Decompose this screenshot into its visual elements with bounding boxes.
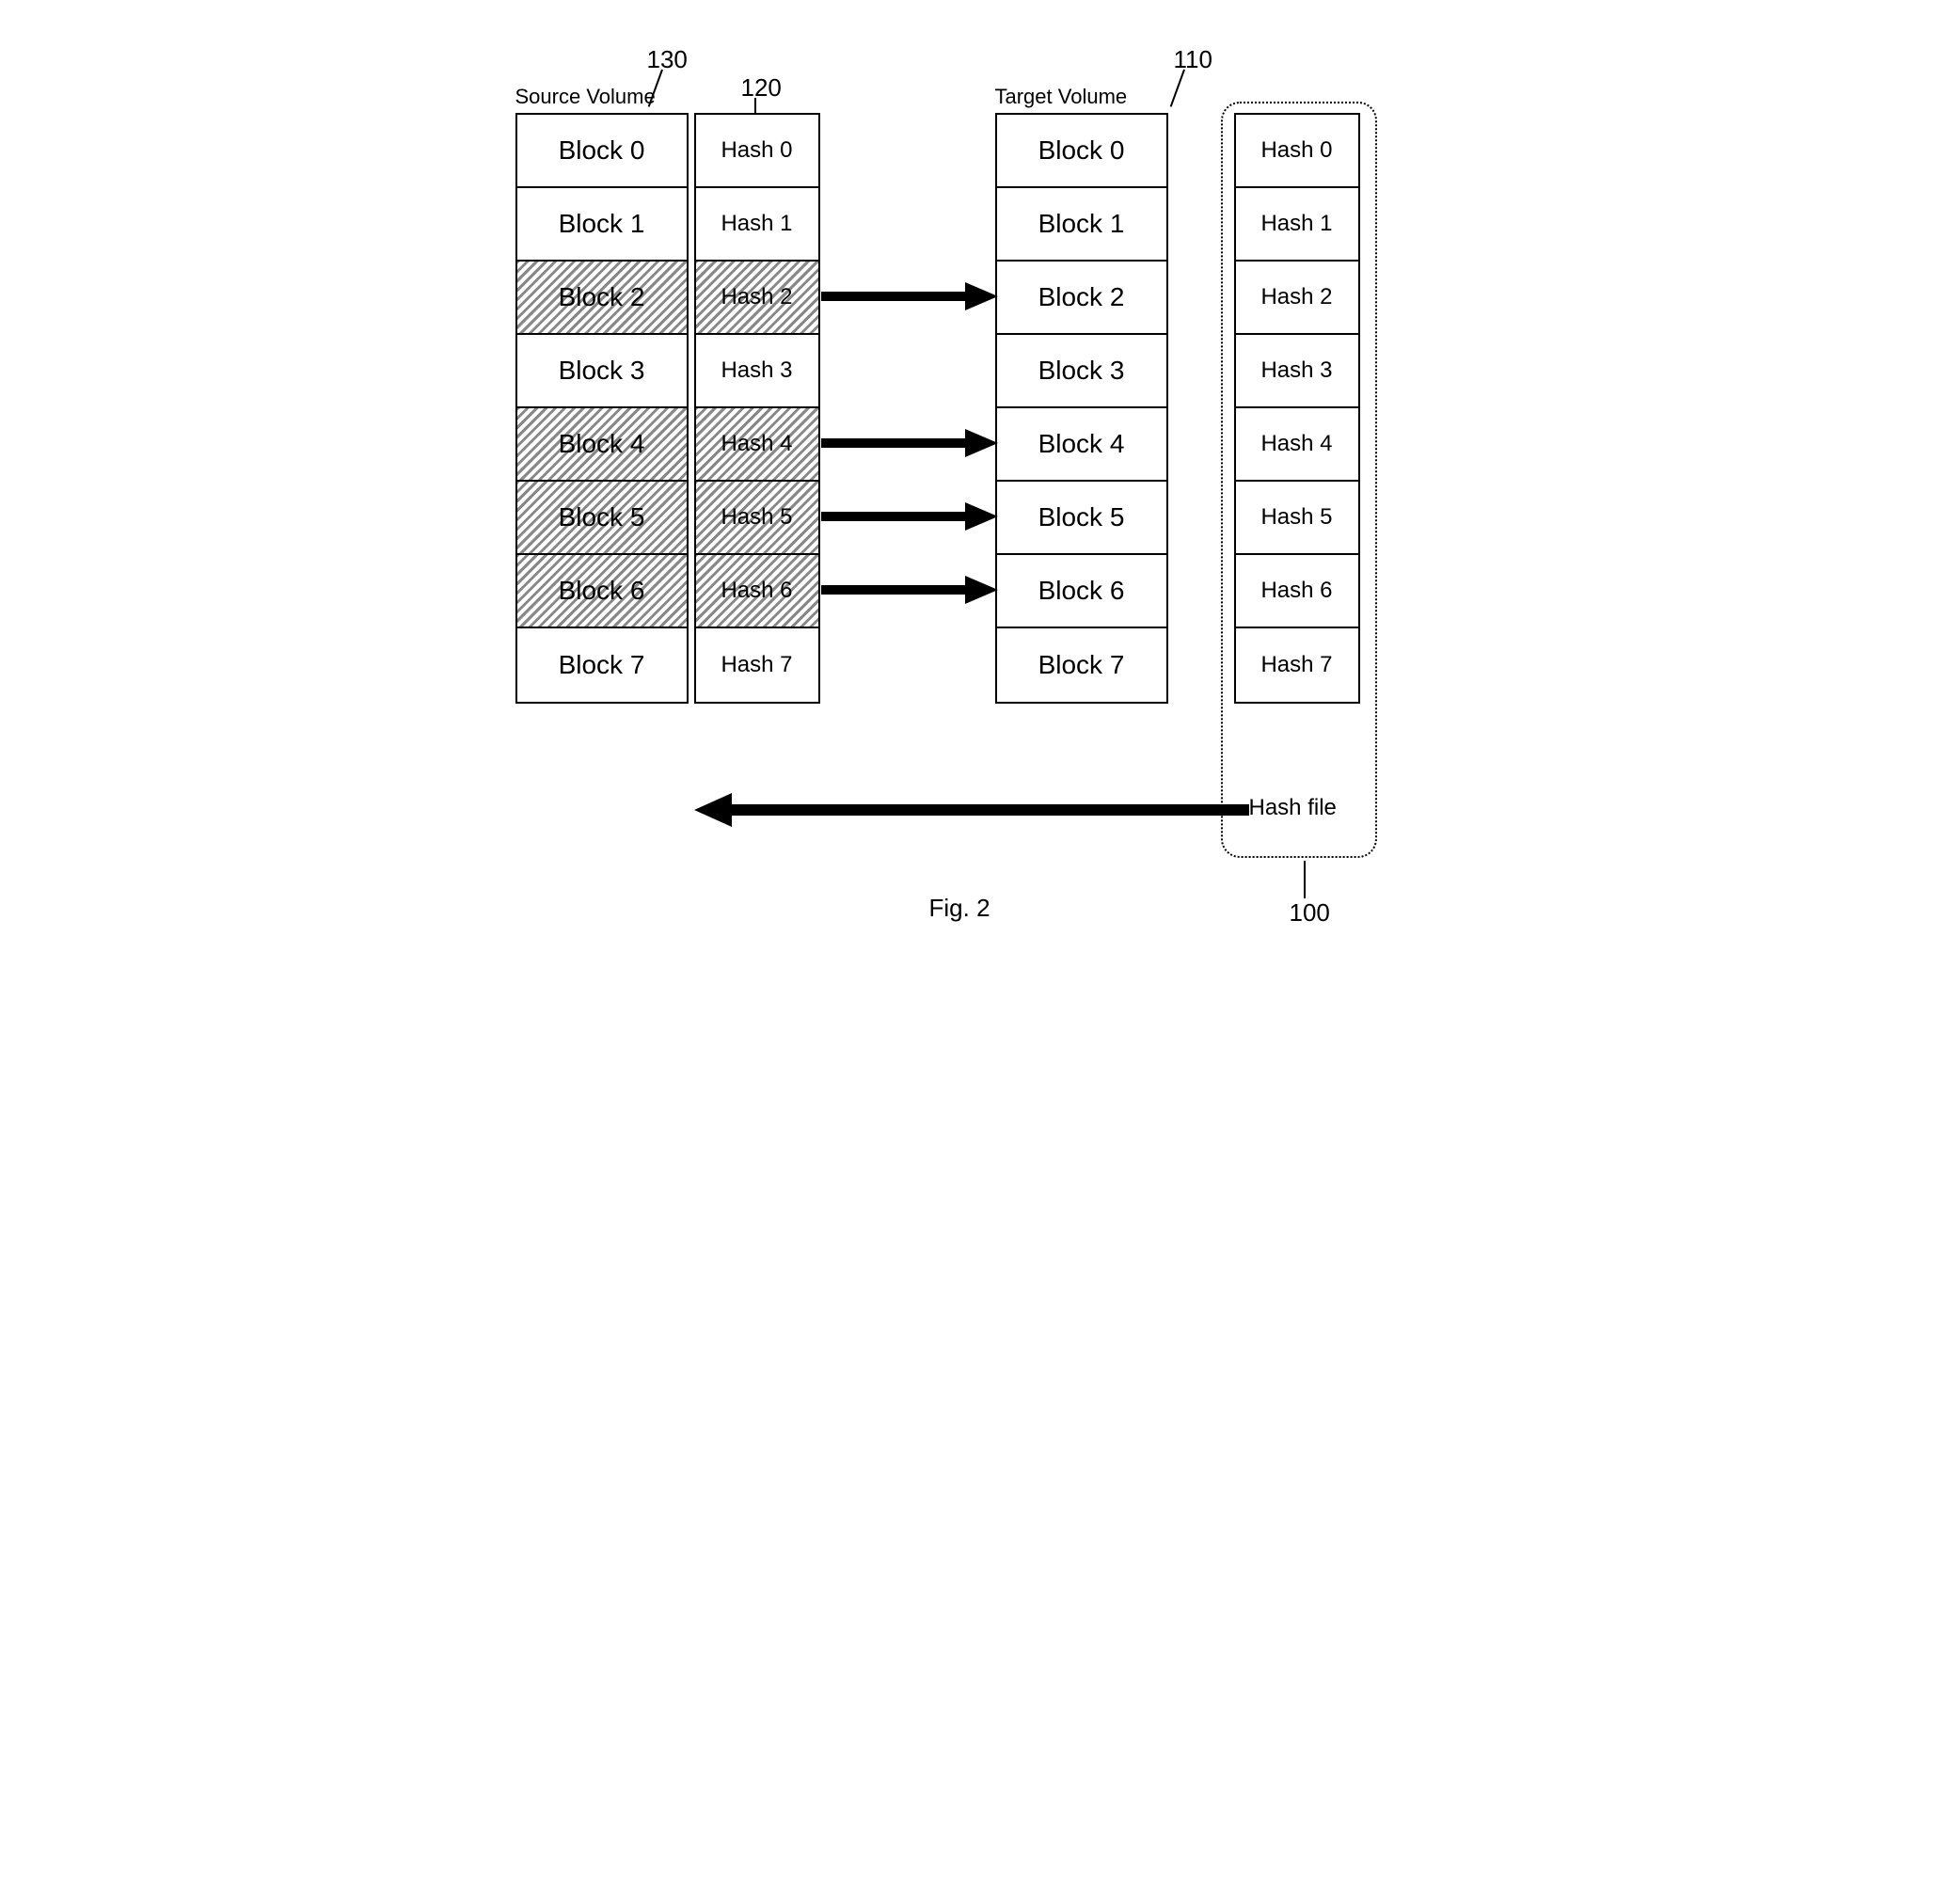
source-volume-column: Block 0 Block 1 Block 2 Block 3 Block 4 … [515,113,689,704]
source-hash-1: Hash 1 [696,188,818,262]
target-hash-1: Hash 1 [1236,188,1358,262]
source-volume-label: Source Volume [515,85,656,109]
source-block-2: Block 2 [517,262,687,335]
ref-120: 120 [741,73,782,103]
source-hash-3: Hash 3 [696,335,818,408]
target-block-5: Block 5 [997,482,1166,555]
diagram-container: Source Volume Target Volume 130 120 110 … [497,38,1437,941]
source-hash-6: Hash 6 [696,555,818,628]
target-hash-6: Hash 6 [1236,555,1358,628]
arrow-row5-line [821,512,967,521]
ref-110: 110 [1174,45,1212,74]
figure-label: Fig. 2 [929,894,990,923]
target-hash-column: Hash 0 Hash 1 Hash 2 Hash 3 Hash 4 Hash … [1234,113,1360,704]
source-block-7: Block 7 [517,628,687,702]
arrow-row6-line [821,585,967,595]
target-hash-0: Hash 0 [1236,115,1358,188]
source-hash-column: Hash 0 Hash 1 Hash 2 Hash 3 Hash 4 Hash … [694,113,820,704]
target-hash-7: Hash 7 [1236,628,1358,702]
source-hash-2: Hash 2 [696,262,818,335]
target-block-7: Block 7 [997,628,1166,702]
target-block-6: Block 6 [997,555,1166,628]
ref-130: 130 [647,45,688,74]
source-block-4: Block 4 [517,408,687,482]
source-hash-5: Hash 5 [696,482,818,555]
arrow-row4-head [965,429,998,457]
arrow-row2-head [965,282,998,310]
target-block-2: Block 2 [997,262,1166,335]
target-block-4: Block 4 [997,408,1166,482]
source-hash-0: Hash 0 [696,115,818,188]
target-hash-2: Hash 2 [1236,262,1358,335]
target-volume-label: Target Volume [995,85,1128,109]
source-block-3: Block 3 [517,335,687,408]
source-hash-4: Hash 4 [696,408,818,482]
arrow-row2-line [821,292,967,301]
source-hash-7: Hash 7 [696,628,818,702]
lead-110 [1169,70,1184,107]
source-block-5: Block 5 [517,482,687,555]
target-block-0: Block 0 [997,115,1166,188]
arrow-row5-head [965,502,998,531]
arrow-row6-head [965,576,998,604]
target-hash-3: Hash 3 [1236,335,1358,408]
ref-100: 100 [1290,898,1330,928]
source-block-0: Block 0 [517,115,687,188]
target-block-1: Block 1 [997,188,1166,262]
big-arrow-head [694,793,732,827]
big-arrow-line [727,804,1249,816]
target-volume-column: Block 0 Block 1 Block 2 Block 3 Block 4 … [995,113,1168,704]
lead-100 [1304,861,1306,898]
source-block-1: Block 1 [517,188,687,262]
target-block-3: Block 3 [997,335,1166,408]
hash-file-label: Hash file [1249,795,1337,821]
target-hash-4: Hash 4 [1236,408,1358,482]
target-hash-5: Hash 5 [1236,482,1358,555]
arrow-row4-line [821,438,967,448]
source-block-6: Block 6 [517,555,687,628]
